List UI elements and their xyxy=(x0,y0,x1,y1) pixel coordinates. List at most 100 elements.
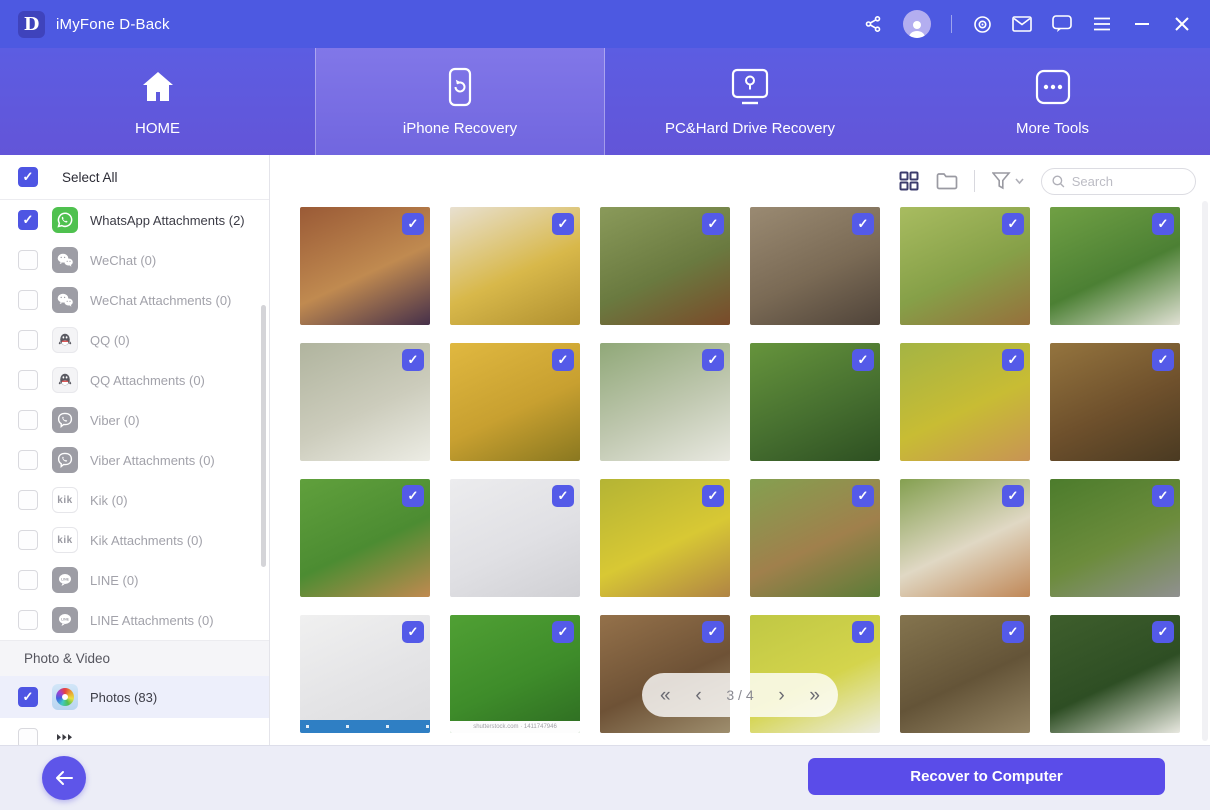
share-icon[interactable] xyxy=(863,14,883,34)
sidebar-scrollbar[interactable] xyxy=(261,305,266,567)
item-checkbox[interactable] xyxy=(18,610,38,630)
sidebar-item[interactable]: Viber (0) xyxy=(0,400,269,440)
prev-page-button[interactable]: ‹ xyxy=(695,686,701,705)
photo-thumbnail[interactable]: ✓ xyxy=(1050,207,1180,325)
photo-checkbox[interactable]: ✓ xyxy=(402,213,424,235)
photo-thumbnail[interactable]: ✓ xyxy=(300,207,430,325)
item-checkbox[interactable] xyxy=(18,290,38,310)
photo-thumbnail[interactable]: ✓ xyxy=(900,479,1030,597)
grid-scrollbar[interactable] xyxy=(1202,201,1208,741)
photo-thumbnail[interactable]: ✓ xyxy=(300,479,430,597)
folder-view-icon[interactable] xyxy=(936,170,958,192)
close-icon[interactable] xyxy=(1172,14,1192,34)
photo-checkbox[interactable]: ✓ xyxy=(1002,485,1024,507)
recover-to-computer-button[interactable]: Recover to Computer xyxy=(808,758,1165,795)
photo-checkbox[interactable]: ✓ xyxy=(1152,349,1174,371)
mail-icon[interactable] xyxy=(1012,14,1032,34)
photo-checkbox[interactable]: ✓ xyxy=(852,213,874,235)
photo-checkbox[interactable]: ✓ xyxy=(402,621,424,643)
photo-checkbox[interactable]: ✓ xyxy=(1152,485,1174,507)
record-icon[interactable] xyxy=(972,14,992,34)
sidebar-item[interactable]: LINE LINE Attachments (0) xyxy=(0,600,269,640)
photo-thumbnail[interactable]: ✓ xyxy=(1050,615,1180,733)
item-checkbox[interactable] xyxy=(18,570,38,590)
photo-thumbnail[interactable]: ✓ xyxy=(300,615,430,733)
sidebar-item[interactable]: ✓ WhatsApp Attachments (2) xyxy=(0,200,269,240)
item-checkbox[interactable]: ✓ xyxy=(18,687,38,707)
photo-thumbnail[interactable]: ✓ xyxy=(300,343,430,461)
photo-thumbnail[interactable]: ✓ xyxy=(600,207,730,325)
item-checkbox[interactable] xyxy=(18,450,38,470)
search-box[interactable] xyxy=(1041,168,1196,195)
photo-thumbnail[interactable]: ✓ xyxy=(600,343,730,461)
filter-icon[interactable] xyxy=(991,170,1025,192)
search-input[interactable] xyxy=(1072,174,1185,189)
select-all-row[interactable]: ✓ Select All xyxy=(0,155,269,200)
menu-icon[interactable] xyxy=(1092,14,1112,34)
photo-thumbnail[interactable]: ✓ xyxy=(900,343,1030,461)
tab-home[interactable]: HOME xyxy=(0,48,315,155)
item-checkbox[interactable] xyxy=(18,728,38,745)
sidebar-item[interactable]: WeChat Attachments (0) xyxy=(0,280,269,320)
sidebar-item[interactable] xyxy=(0,718,269,745)
photo-checkbox[interactable]: ✓ xyxy=(552,213,574,235)
first-page-button[interactable]: « xyxy=(660,686,671,705)
photo-thumbnail[interactable]: ✓ xyxy=(450,479,580,597)
tab-more-tools[interactable]: More Tools xyxy=(895,48,1210,155)
photo-checkbox[interactable]: ✓ xyxy=(1002,349,1024,371)
item-checkbox[interactable]: ✓ xyxy=(18,210,38,230)
sidebar-item[interactable]: QQ Attachments (0) xyxy=(0,360,269,400)
sidebar-item[interactable]: LINE LINE (0) xyxy=(0,560,269,600)
item-checkbox[interactable] xyxy=(18,490,38,510)
account-icon[interactable] xyxy=(903,10,931,38)
item-checkbox[interactable] xyxy=(18,370,38,390)
photo-checkbox[interactable]: ✓ xyxy=(702,213,724,235)
photo-thumbnail[interactable]: ✓ xyxy=(750,479,880,597)
photo-thumbnail[interactable]: ✓ xyxy=(1050,479,1180,597)
photo-checkbox[interactable]: ✓ xyxy=(852,621,874,643)
photo-thumbnail[interactable]: ✓ xyxy=(900,207,1030,325)
photo-thumbnail[interactable]: ✓ xyxy=(600,479,730,597)
back-button[interactable] xyxy=(42,756,86,800)
item-checkbox[interactable] xyxy=(18,410,38,430)
photo-thumbnail[interactable]: ✓ xyxy=(450,207,580,325)
photo-checkbox[interactable]: ✓ xyxy=(1002,621,1024,643)
photo-checkbox[interactable]: ✓ xyxy=(702,621,724,643)
chat-icon[interactable] xyxy=(1052,14,1072,34)
sidebar-item[interactable]: QQ (0) xyxy=(0,320,269,360)
photo-checkbox[interactable]: ✓ xyxy=(552,621,574,643)
minimize-icon[interactable] xyxy=(1132,14,1152,34)
last-page-button[interactable]: » xyxy=(809,686,820,705)
photo-checkbox[interactable]: ✓ xyxy=(402,349,424,371)
photo-thumbnail[interactable]: ✓ shutterstock.com · 1411747946 xyxy=(450,615,580,733)
photo-checkbox[interactable]: ✓ xyxy=(852,485,874,507)
photo-thumbnail[interactable]: ✓ xyxy=(750,207,880,325)
photo-thumbnail[interactable]: ✓ xyxy=(1050,343,1180,461)
tab-pc-recovery[interactable]: PC&Hard Drive Recovery xyxy=(605,48,895,155)
photo-checkbox[interactable]: ✓ xyxy=(702,485,724,507)
sidebar-item[interactable]: kik Kik (0) xyxy=(0,480,269,520)
photo-checkbox[interactable]: ✓ xyxy=(552,349,574,371)
next-page-button[interactable]: › xyxy=(778,686,784,705)
sidebar-item[interactable]: Viber Attachments (0) xyxy=(0,440,269,480)
photo-thumbnail[interactable]: ✓ xyxy=(450,343,580,461)
photo-checkbox[interactable]: ✓ xyxy=(1002,213,1024,235)
grid-view-icon[interactable] xyxy=(898,170,920,192)
photo-thumbnail[interactable]: ✓ xyxy=(750,343,880,461)
photo-checkbox[interactable]: ✓ xyxy=(402,485,424,507)
select-all-checkbox[interactable]: ✓ xyxy=(18,167,38,187)
sidebar-item[interactable]: kik Kik Attachments (0) xyxy=(0,520,269,560)
item-checkbox[interactable] xyxy=(18,250,38,270)
photo-thumbnail[interactable]: ✓ xyxy=(900,615,1030,733)
photo-checkbox[interactable]: ✓ xyxy=(552,485,574,507)
photo-grid: ✓ ✓ ✓ ✓ ✓ ✓ ✓ ✓ ✓ ✓ ✓ ✓ ✓ ✓ ✓ ✓ xyxy=(300,207,1180,733)
tab-iphone-recovery[interactable]: iPhone Recovery xyxy=(315,48,605,155)
item-checkbox[interactable] xyxy=(18,330,38,350)
sidebar-item[interactable]: ✓ Photos (83) xyxy=(0,676,269,718)
photo-checkbox[interactable]: ✓ xyxy=(1152,621,1174,643)
photo-checkbox[interactable]: ✓ xyxy=(852,349,874,371)
item-checkbox[interactable] xyxy=(18,530,38,550)
sidebar-item[interactable]: WeChat (0) xyxy=(0,240,269,280)
photo-checkbox[interactable]: ✓ xyxy=(1152,213,1174,235)
photo-checkbox[interactable]: ✓ xyxy=(702,349,724,371)
